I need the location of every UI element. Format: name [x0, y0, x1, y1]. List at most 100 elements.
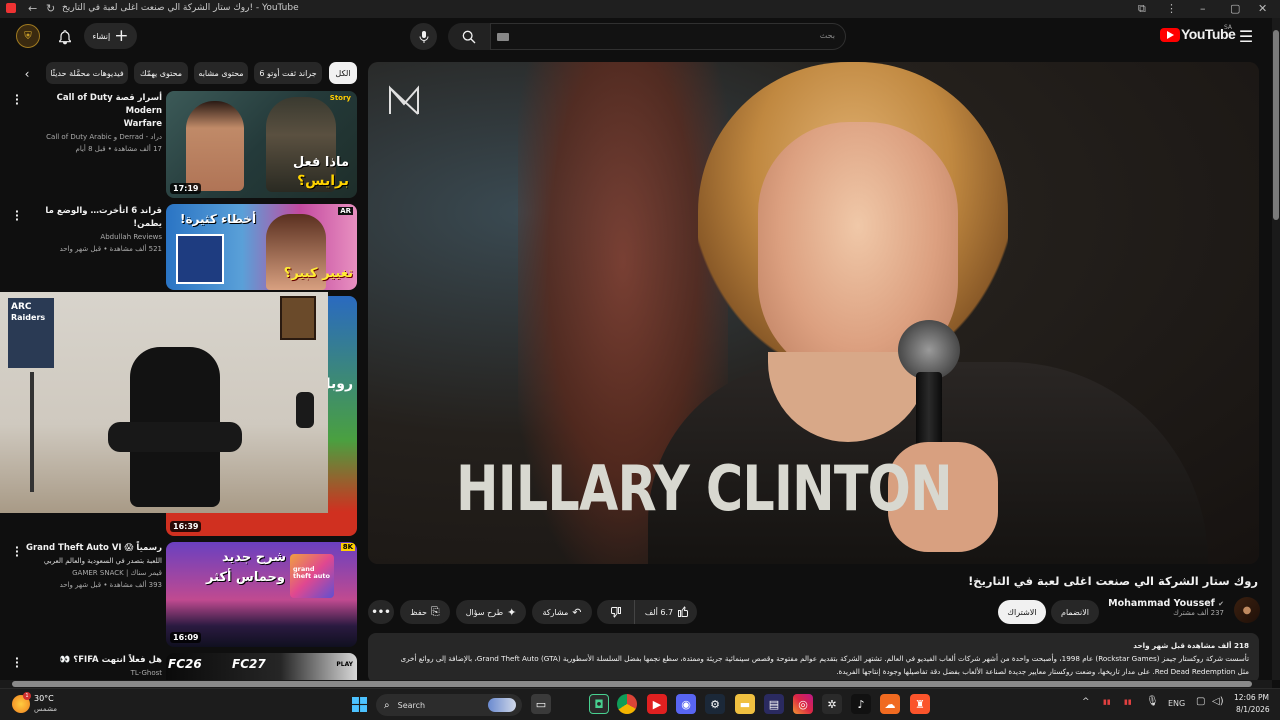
clock-time[interactable]: 12:06 PM [1234, 693, 1269, 702]
refresh-icon[interactable]: ↻ [46, 2, 55, 15]
description-text: مثل Red Dead Redemption. على مدار تاريخه… [836, 667, 1249, 676]
thumb-text: FC27 [232, 657, 266, 671]
rec-title: رسمياً 😱 Grand Theft Auto VI [26, 543, 162, 553]
rec-thumbnail-1[interactable]: Story ماذا فعل برايس؟ 17:19 [166, 91, 357, 198]
instagram-icon[interactable]: ◎ [793, 694, 813, 714]
more-options-icon[interactable]: · · · [12, 653, 22, 672]
microphone-tray-icon[interactable]: 🎙 [1146, 696, 1159, 707]
description-box[interactable]: 218 ألف مشاهدة قبل شهر واحد تأسست شركة ر… [368, 633, 1259, 683]
chevron-left-icon[interactable]: ‹ [20, 66, 34, 82]
like-button[interactable]: 6.7 ألف [637, 600, 697, 624]
steam-icon[interactable]: ⚙ [705, 694, 725, 714]
brave-icon[interactable]: ♜ [910, 694, 930, 714]
rec-info-2[interactable]: قراند 6 اتأخرت… والوضع ما يطمن! Abdullah… [22, 205, 162, 255]
channel-info[interactable]: Mohammad Youssef ✔ 237 ألف مشترك [1108, 598, 1224, 617]
youtube-app-icon[interactable]: ▶ [647, 694, 667, 714]
taskbar-search[interactable]: ⌕ Search [376, 694, 522, 716]
rec-channel[interactable]: قيمر سناك | GAMER SNACK [22, 567, 162, 579]
close-icon[interactable]: ✕ [1258, 2, 1267, 15]
windows-start-icon[interactable] [352, 697, 367, 712]
discord-icon[interactable]: ◉ [676, 694, 696, 714]
task-view-icon[interactable]: ▭ [531, 694, 551, 714]
network-icon[interactable]: ▢ [1196, 696, 1205, 707]
chip-related[interactable]: محتوى مشابه [194, 62, 248, 84]
notifications-bell-icon[interactable] [54, 26, 76, 48]
thumb-text: شرح جديد [222, 550, 287, 565]
thumb-badge: 8K [340, 543, 355, 551]
subscribe-button[interactable]: الاشتراك [998, 600, 1046, 624]
chevron-up-icon[interactable]: ^ [1082, 697, 1090, 707]
search-button[interactable] [448, 23, 490, 50]
voice-search-button[interactable] [410, 23, 437, 50]
more-options-icon[interactable]: · · · [12, 90, 22, 109]
more-horizontal-icon: ••• [371, 606, 391, 618]
thumb-badge: PLAY [336, 661, 353, 668]
channel-avatar[interactable]: ● [1234, 597, 1260, 623]
tray-icon[interactable]: ▮▮ [1124, 698, 1132, 706]
app-icon-blue[interactable]: ▤ [764, 694, 784, 714]
maximize-icon[interactable]: ▢ [1230, 2, 1240, 15]
chrome-icon[interactable] [617, 694, 637, 714]
scrollbar-thumb[interactable] [1273, 30, 1279, 220]
thumb-text: برايس؟ [297, 173, 349, 189]
weather-temp[interactable]: 30°C [34, 694, 54, 703]
video-player[interactable]: HILLARY CLINTON [368, 62, 1259, 564]
avatar[interactable]: ⛨ [16, 24, 40, 48]
rec-info-5[interactable]: هل فعلاً انتهت FIFA؟ 👀 TL-Ghost [22, 654, 162, 679]
dislike-button[interactable] [597, 600, 635, 624]
video-overlay-name: HILLARY CLINTON [456, 452, 953, 525]
scrollbar-thumb[interactable] [12, 681, 1252, 687]
ask-button[interactable]: طرح سؤال ✦ [456, 600, 526, 624]
weather-desc: مشمس [34, 705, 57, 713]
extensions-icon[interactable]: ⧉ [1138, 2, 1146, 16]
rec-channel[interactable]: دراد - Derrad و Call of Duty Arabic [22, 131, 162, 143]
vertical-scrollbar[interactable] [1272, 18, 1280, 680]
tray-icon[interactable]: ▮▮ [1103, 698, 1111, 706]
microphone-icon [419, 30, 428, 43]
rec-channel[interactable]: Abdullah Reviews [22, 231, 162, 243]
youtube-logo-icon[interactable] [1160, 28, 1180, 42]
shield-icon: ⛨ [24, 30, 32, 42]
clock-date[interactable]: 8/1/2026 [1236, 705, 1270, 714]
rec-thumbnail-2[interactable]: AR أخطاء كثيرة! تغيير كبير؟ [166, 204, 357, 290]
join-button[interactable]: الانضمام [1051, 600, 1099, 624]
play-triangle-icon [1167, 31, 1174, 39]
cloud-app-icon[interactable]: ☁ [880, 694, 900, 714]
rec-channel[interactable]: TL-Ghost [22, 667, 162, 679]
minimize-icon[interactable]: – [1200, 2, 1206, 15]
chip-gta6[interactable]: جراند ثفت أوتو 6 [254, 62, 322, 84]
more-options-icon[interactable]: · · · [12, 542, 22, 561]
volume-icon[interactable]: ◁) [1212, 696, 1224, 707]
thumb-text: تغيير كبير؟ [283, 266, 353, 281]
share-button[interactable]: مشاركة ↶ [532, 600, 592, 624]
rec-thumbnail-5[interactable]: FC26 FC27 PLAY [166, 653, 357, 680]
hamburger-menu-icon[interactable]: ☰ [1236, 26, 1256, 46]
description-text: تأسست شركة روكستار جيمز (Rockstar Games)… [400, 654, 1249, 663]
rec-info-4[interactable]: رسمياً 😱 Grand Theft Auto VI اللعبة بتصد… [22, 542, 162, 591]
tiktok-icon[interactable]: ♪ [851, 694, 871, 714]
thumb-text: FC26 [168, 657, 202, 671]
keyboard-icon[interactable] [497, 33, 509, 41]
pip-webcam-overlay: ARC Raiders [0, 292, 328, 513]
menu-dots-icon[interactable]: ⋮ [1166, 2, 1177, 15]
file-explorer-icon[interactable]: ▬ [735, 694, 755, 714]
rec-title: قراند 6 اتأخرت… والوضع ما يطمن! [45, 206, 162, 229]
chip-all[interactable]: الكل [329, 62, 357, 84]
youtube-header: ⛨ إنشاء + بحث YouTube SA ☰ [0, 18, 1272, 56]
create-button[interactable]: إنشاء + [84, 23, 137, 49]
search-input[interactable]: بحث [490, 23, 846, 50]
back-arrow-icon[interactable]: ← [28, 2, 37, 15]
rec-info-1[interactable]: أسرار قصة Call of Duty Modern Warfare در… [22, 92, 162, 155]
horizontal-scrollbar[interactable] [0, 680, 1272, 688]
chip-recent[interactable]: فيديوهات محمَّلة حديثًا [46, 62, 128, 84]
search-icon [462, 30, 476, 43]
more-options-icon[interactable]: · · · [12, 206, 22, 225]
app-icon-green[interactable]: ◘ [589, 694, 609, 714]
chip-for-you[interactable]: محتوى يهمّك [134, 62, 188, 84]
more-actions-button[interactable]: ••• [368, 600, 394, 624]
app-icon-gear[interactable]: ✲ [822, 694, 842, 714]
share-arrow-icon: ↶ [572, 605, 582, 619]
save-button[interactable]: حفظ ⎘ [400, 600, 450, 624]
language-indicator[interactable]: ENG [1168, 699, 1185, 708]
rec-thumbnail-4[interactable]: شرح جديد وحماس أكثر grand theft auto 8K … [166, 542, 357, 647]
